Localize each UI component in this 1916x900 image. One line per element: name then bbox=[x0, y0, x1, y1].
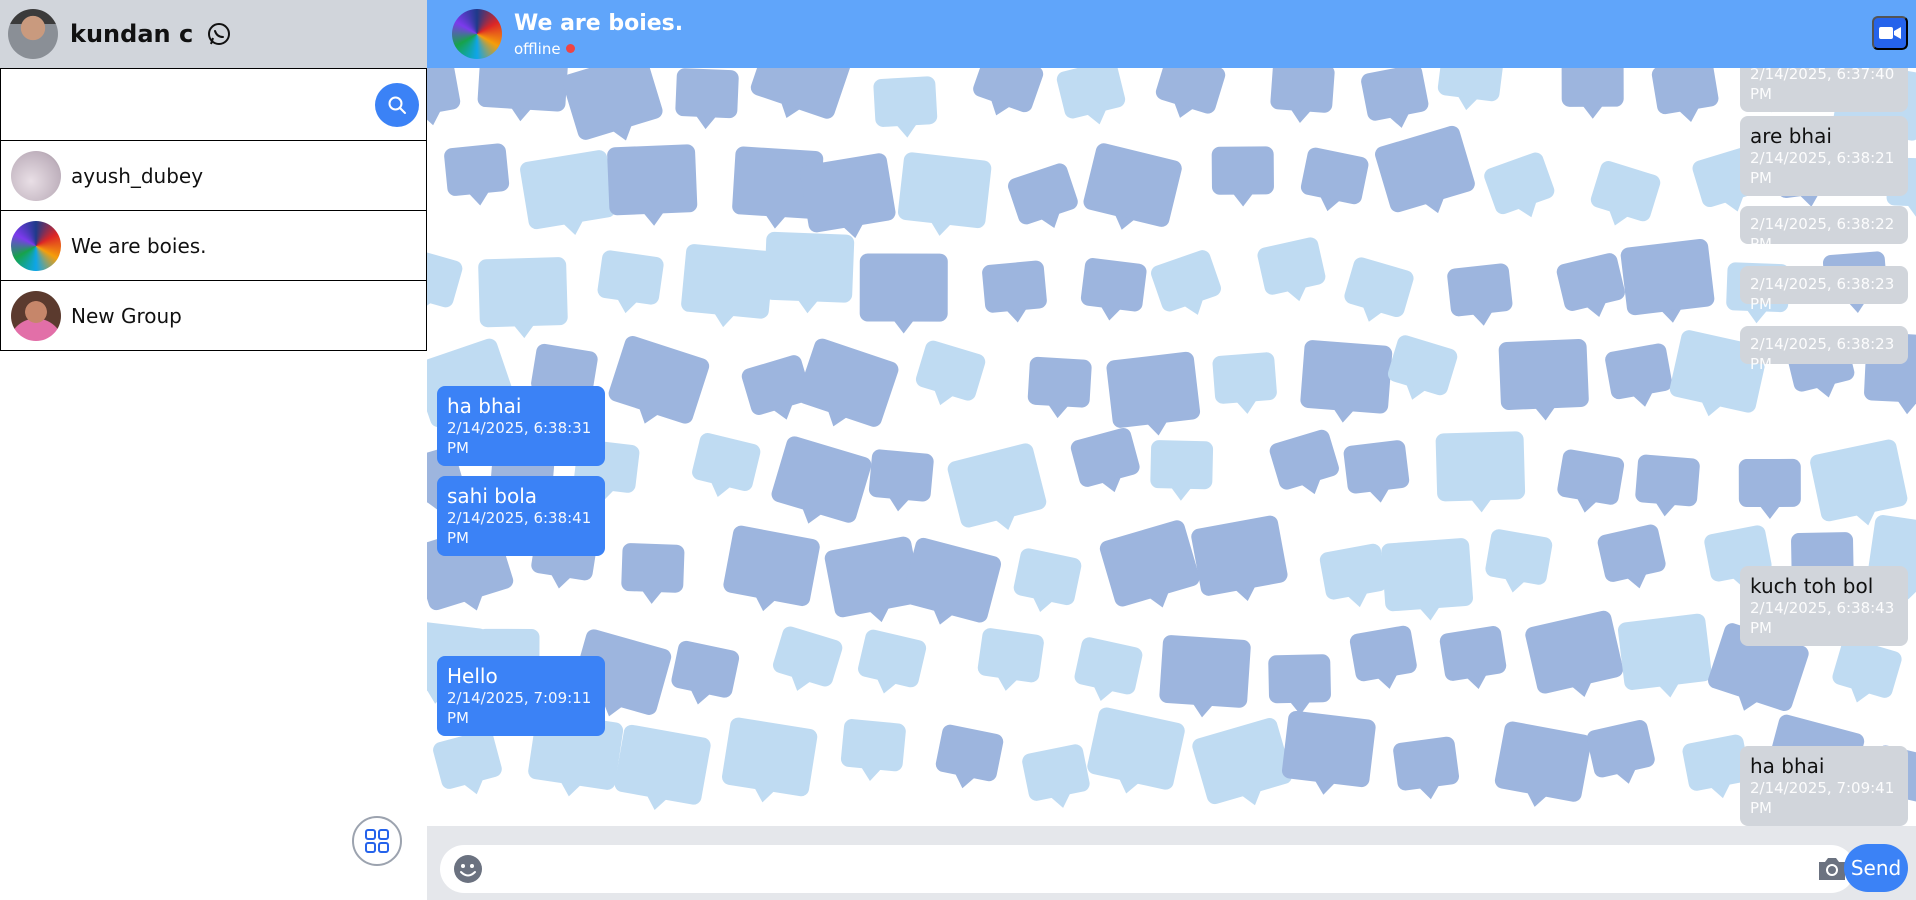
contact-item-ayush[interactable]: ayush_dubey bbox=[0, 141, 427, 211]
message-bubble-outgoing[interactable]: 2/14/2025, 6:38:23 PM bbox=[1740, 266, 1908, 313]
message-input[interactable] bbox=[484, 849, 1815, 889]
chat-bubble-icon[interactable] bbox=[205, 20, 233, 48]
message-text: ha bhai bbox=[447, 394, 522, 418]
contact-name: We are boies. bbox=[71, 233, 207, 258]
search-area bbox=[0, 68, 427, 141]
message-text: kuch toh bol bbox=[1750, 574, 1874, 598]
message-input-wrapper bbox=[440, 845, 1855, 893]
message-bubble-outgoing[interactable]: ha bhai 2/14/2025, 7:09:41 PM bbox=[1740, 746, 1908, 826]
contact-avatar bbox=[11, 220, 61, 271]
sidebar-header: kundan c bbox=[0, 0, 427, 68]
contact-name: New Group bbox=[71, 303, 182, 328]
message-time: 2/14/2025, 6:38:22 PM bbox=[1750, 215, 1895, 253]
offline-dot-icon bbox=[565, 44, 575, 53]
message-text: ha bhai bbox=[1750, 754, 1825, 778]
contact-name: ayush_dubey bbox=[71, 163, 204, 188]
message-text: Hello bbox=[447, 664, 498, 688]
chat-background-pattern bbox=[427, 68, 1916, 811]
message-time: 2/14/2025, 6:38:21 PM bbox=[1750, 149, 1895, 187]
contact-item-new-group[interactable]: New Group bbox=[0, 281, 427, 351]
message-bubble-outgoing[interactable]: kuch toh bol 2/14/2025, 6:38:43 PM bbox=[1740, 566, 1908, 646]
grid-menu-button[interactable] bbox=[352, 816, 402, 866]
grid-icon bbox=[365, 829, 389, 853]
message-bubble-incoming[interactable]: sahi bola 2/14/2025, 6:38:41 PM bbox=[437, 476, 605, 556]
search-button[interactable] bbox=[375, 82, 419, 127]
contact-avatar bbox=[11, 150, 61, 201]
video-call-button[interactable] bbox=[1872, 16, 1908, 50]
user-avatar[interactable] bbox=[8, 9, 58, 59]
video-call-icon bbox=[1879, 27, 1901, 39]
chat-panel: We are boies. offline 2/14/2025, 6:37:40… bbox=[427, 0, 1916, 900]
chat-header: We are boies. offline bbox=[427, 0, 1916, 68]
message-time: 2/14/2025, 6:38:43 PM bbox=[1750, 599, 1895, 637]
message-time: 2/14/2025, 6:38:23 PM bbox=[1750, 275, 1895, 313]
message-time: 2/14/2025, 6:38:23 PM bbox=[1750, 335, 1895, 373]
chat-header-info: We are boies. offline bbox=[514, 11, 683, 58]
message-text: are bhai bbox=[1750, 124, 1832, 148]
message-time: 2/14/2025, 6:37:40 PM bbox=[1750, 68, 1895, 103]
status-text: offline bbox=[514, 39, 561, 58]
message-text: sahi bola bbox=[447, 484, 538, 508]
message-time: 2/14/2025, 6:38:31 PM bbox=[447, 419, 592, 457]
sidebar: kundan c ayush_dubey We are boies. New G… bbox=[0, 0, 427, 900]
message-bubble-outgoing[interactable]: are bhai 2/14/2025, 6:38:21 PM bbox=[1740, 116, 1908, 196]
message-bubble-outgoing[interactable]: 2/14/2025, 6:37:40 PM bbox=[1740, 68, 1908, 112]
message-list[interactable]: 2/14/2025, 6:37:40 PM are bhai 2/14/2025… bbox=[427, 68, 1916, 826]
search-icon bbox=[388, 96, 406, 114]
message-time: 2/14/2025, 7:09:11 PM bbox=[447, 689, 592, 727]
message-bubble-incoming[interactable]: Hello 2/14/2025, 7:09:11 PM bbox=[437, 656, 605, 736]
message-time: 2/14/2025, 7:09:41 PM bbox=[1750, 779, 1895, 817]
send-button[interactable]: Send bbox=[1844, 844, 1908, 892]
chat-avatar[interactable] bbox=[452, 9, 502, 59]
message-bubble-outgoing[interactable]: 2/14/2025, 6:38:23 PM bbox=[1740, 326, 1908, 373]
message-bubble-incoming[interactable]: ha bhai 2/14/2025, 6:38:31 PM bbox=[437, 386, 605, 466]
user-name: kundan c bbox=[70, 20, 194, 48]
contact-item-boies[interactable]: We are boies. bbox=[0, 211, 427, 281]
search-input[interactable] bbox=[11, 80, 363, 129]
chat-title: We are boies. bbox=[514, 10, 684, 36]
chat-status: offline bbox=[514, 40, 683, 58]
emoji-icon[interactable] bbox=[452, 853, 484, 885]
message-time: 2/14/2025, 6:38:41 PM bbox=[447, 509, 592, 547]
message-bubble-outgoing[interactable]: 2/14/2025, 6:38:22 PM bbox=[1740, 206, 1908, 253]
contact-avatar bbox=[11, 290, 61, 341]
message-input-bar: Send bbox=[427, 826, 1916, 900]
